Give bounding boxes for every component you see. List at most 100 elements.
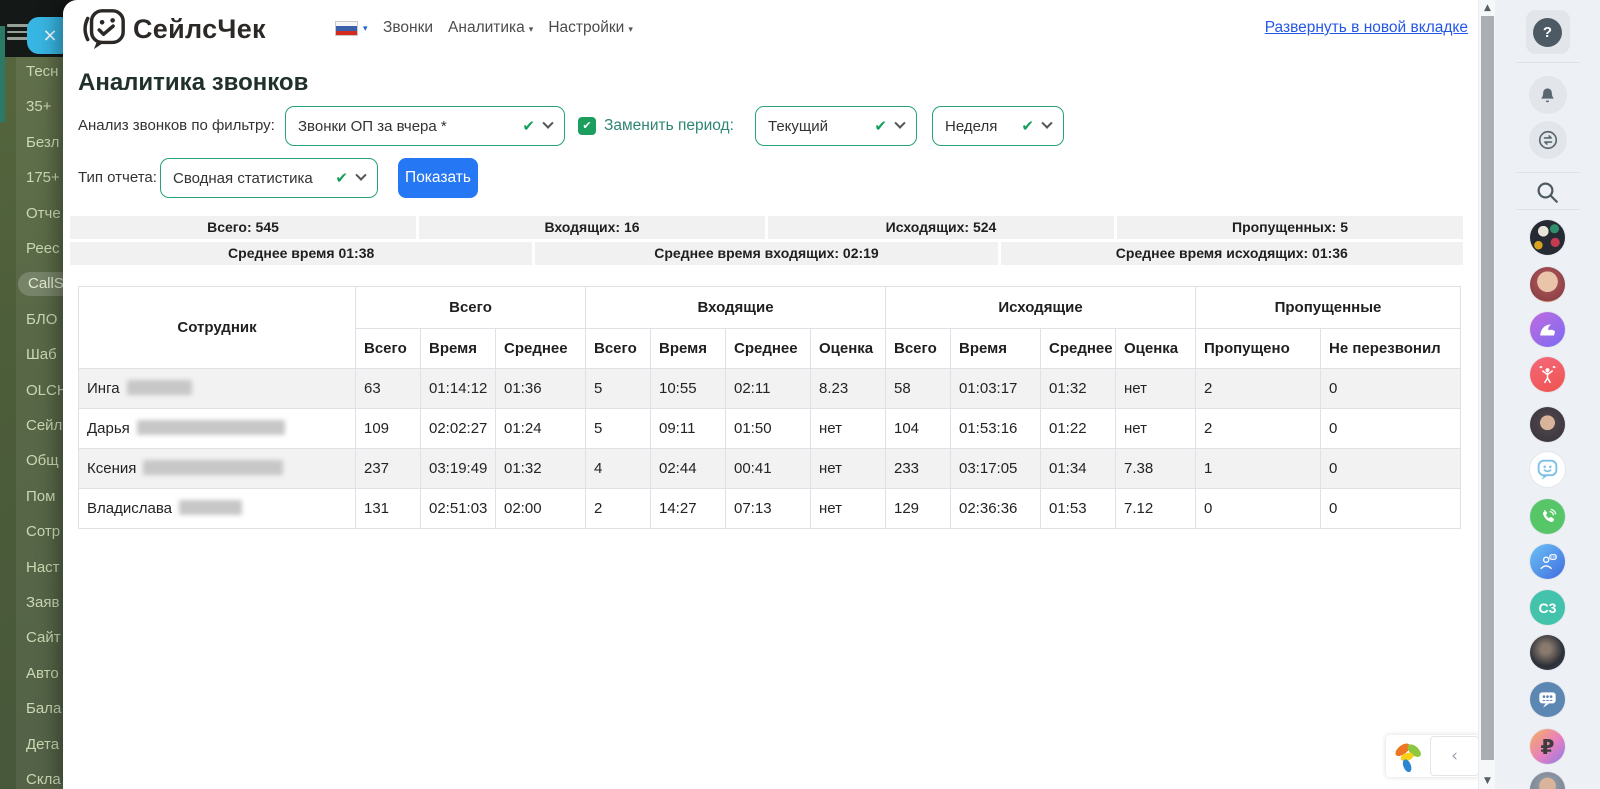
check-icon: ✔: [874, 117, 887, 135]
phone-channel-icon[interactable]: [1530, 499, 1565, 534]
sidebar-item-Общ[interactable]: Общ: [26, 449, 59, 473]
period-unit-dropdown[interactable]: Неделя ✔: [932, 106, 1064, 146]
sidebar-item-Сейл[interactable]: Сейл: [26, 414, 62, 438]
col-group-header: Исходящие: [886, 287, 1196, 329]
person-chat-channel-icon[interactable]: [1530, 544, 1565, 579]
period-dropdown[interactable]: Текущий ✔: [755, 106, 917, 146]
stat-cell: 129: [886, 489, 951, 529]
col-subheader: Оценка: [1116, 329, 1196, 369]
caret-down-icon: ▾: [628, 25, 633, 35]
show-button[interactable]: Показать: [398, 158, 478, 198]
table-row: Владислава13102:51:0302:00214:2707:13нет…: [79, 489, 1461, 529]
search-icon[interactable]: [1533, 178, 1563, 208]
language-selector[interactable]: ▾: [335, 21, 368, 36]
stat-cell: нет: [1116, 369, 1196, 409]
report-type-label: Тип отчета:: [78, 158, 157, 198]
period-unit-value: Неделя: [945, 118, 1015, 135]
sidebar-item-Сайт[interactable]: Сайт: [26, 626, 61, 650]
sidebar-item-35+[interactable]: 35+: [26, 95, 51, 119]
sidebar-item-Наст[interactable]: Наст: [26, 556, 60, 580]
sidebar-item-175+[interactable]: 175+: [26, 166, 60, 190]
sidebar-item-Сотр[interactable]: Сотр: [26, 520, 60, 544]
sidebar-item-Скла[interactable]: Скла: [26, 768, 61, 789]
avatar-partial-bottom[interactable]: [1530, 772, 1565, 789]
ruble-channel-icon[interactable]: ₽: [1530, 729, 1565, 764]
replace-period-checkbox[interactable]: ✔: [578, 117, 596, 135]
report-type-dropdown[interactable]: Сводная статистика ✔: [160, 158, 378, 198]
logo-text: СейлсЧек: [133, 5, 266, 53]
stat-cell: 01:24: [496, 409, 586, 449]
c3-badge[interactable]: C3: [1530, 590, 1565, 625]
help-button[interactable]: ?: [1526, 10, 1570, 54]
stat-cell: 2: [586, 489, 651, 529]
summary-row-averages: Среднее время 01:38Среднее время входящи…: [70, 242, 1463, 265]
stat-cell: 8.23: [811, 369, 886, 409]
sidebar-item-Безл[interactable]: Безл: [26, 131, 59, 155]
report-type-value: Сводная статистика: [173, 170, 329, 187]
vertical-scrollbar[interactable]: ▲ ▼: [1478, 0, 1495, 789]
avatar-dark-person[interactable]: [1530, 635, 1565, 670]
employee-name: Инга: [79, 369, 356, 409]
rail-divider: [1516, 172, 1580, 173]
summary-stat: Входящих: 16: [419, 216, 765, 239]
scroll-down-icon[interactable]: ▼: [1479, 776, 1496, 786]
widget-logo-icon[interactable]: [1386, 736, 1430, 776]
redacted-surname: [127, 380, 192, 395]
stat-cell: 237: [356, 449, 421, 489]
main-panel: СейлсЧек ▾ Звонки Аналитика▾ Настройки▾ …: [63, 0, 1478, 789]
nav-analytics[interactable]: Аналитика▾: [448, 19, 533, 37]
redacted-surname: [179, 500, 242, 515]
sidebar-item-Бала[interactable]: Бала: [26, 697, 61, 721]
hamburger-menu-icon[interactable]: [7, 24, 29, 40]
people-chat-channel-icon[interactable]: [1530, 682, 1565, 717]
caret-down-icon: ▾: [529, 25, 534, 35]
person-money-channel-icon[interactable]: [1530, 357, 1565, 392]
sidebar-item-Заяв[interactable]: Заяв: [26, 591, 60, 615]
stat-cell: 01:22: [1041, 409, 1116, 449]
stat-cell: 01:53: [1041, 489, 1116, 529]
period-dropdown-value: Текущий: [768, 118, 868, 135]
col-subheader: Среднее: [1041, 329, 1116, 369]
chevron-down-icon: [1041, 118, 1052, 129]
sidebar-item-Реес[interactable]: Реес: [26, 237, 60, 261]
stat-cell: 02:44: [651, 449, 726, 489]
sidebar-item-БЛО[interactable]: БЛО: [26, 308, 57, 332]
avatar-flowers[interactable]: [1530, 220, 1565, 255]
summary-row-totals: Всего: 545Входящих: 16Исходящих: 524Проп…: [70, 216, 1463, 239]
scrollbar-thumb[interactable]: [1481, 16, 1494, 760]
sidebar-item-OLCH[interactable]: OLCH: [26, 379, 68, 403]
stat-cell: 1: [1196, 449, 1321, 489]
sidebar-item-Отче[interactable]: Отче: [26, 202, 61, 226]
col-group-header: Всего: [356, 287, 586, 329]
avatar-woman-dark-hair[interactable]: [1530, 407, 1565, 442]
avatar-woman-glasses[interactable]: [1530, 267, 1565, 302]
rail-divider: [1516, 209, 1580, 210]
sidebar-item-Пом[interactable]: Пом: [26, 485, 55, 509]
col-subheader: Всего: [356, 329, 421, 369]
sidebar-item-Тесн[interactable]: Тесн: [26, 60, 58, 84]
widget-collapse-button[interactable]: ‹: [1430, 736, 1478, 776]
sidebar-item-Авто[interactable]: Авто: [26, 662, 59, 686]
stat-cell: 02:00: [496, 489, 586, 529]
nav-settings[interactable]: Настройки▾: [548, 19, 633, 37]
stat-cell: 109: [356, 409, 421, 449]
expand-new-tab-link[interactable]: Развернуть в новой вкладке: [1265, 19, 1468, 37]
notifications-button[interactable]: [1529, 76, 1567, 114]
wave-channel-icon[interactable]: [1530, 312, 1565, 347]
table-row: Дарья10902:02:2701:24509:1101:50нет10401…: [79, 409, 1461, 449]
col-subheader: Время: [421, 329, 496, 369]
summary-stat: Среднее время исходящих: 01:36: [1001, 242, 1463, 265]
salescheck-smiley-icon[interactable]: [1530, 452, 1565, 487]
summary-stat: Исходящих: 524: [768, 216, 1114, 239]
scroll-up-icon[interactable]: ▲: [1479, 3, 1496, 13]
sidebar-item-Дета[interactable]: Дета: [26, 733, 59, 757]
transfer-button[interactable]: [1529, 121, 1567, 159]
stat-cell: 63: [356, 369, 421, 409]
bell-icon: [1538, 86, 1557, 105]
sidebar-item-Шаб[interactable]: Шаб: [26, 343, 57, 367]
nav-calls[interactable]: Звонки: [383, 19, 433, 37]
background-accent-strip: [0, 26, 5, 122]
filter-dropdown[interactable]: Звонки ОП за вчера * ✔: [285, 106, 565, 146]
stat-cell: 5: [586, 409, 651, 449]
stat-cell: 01:32: [1041, 369, 1116, 409]
